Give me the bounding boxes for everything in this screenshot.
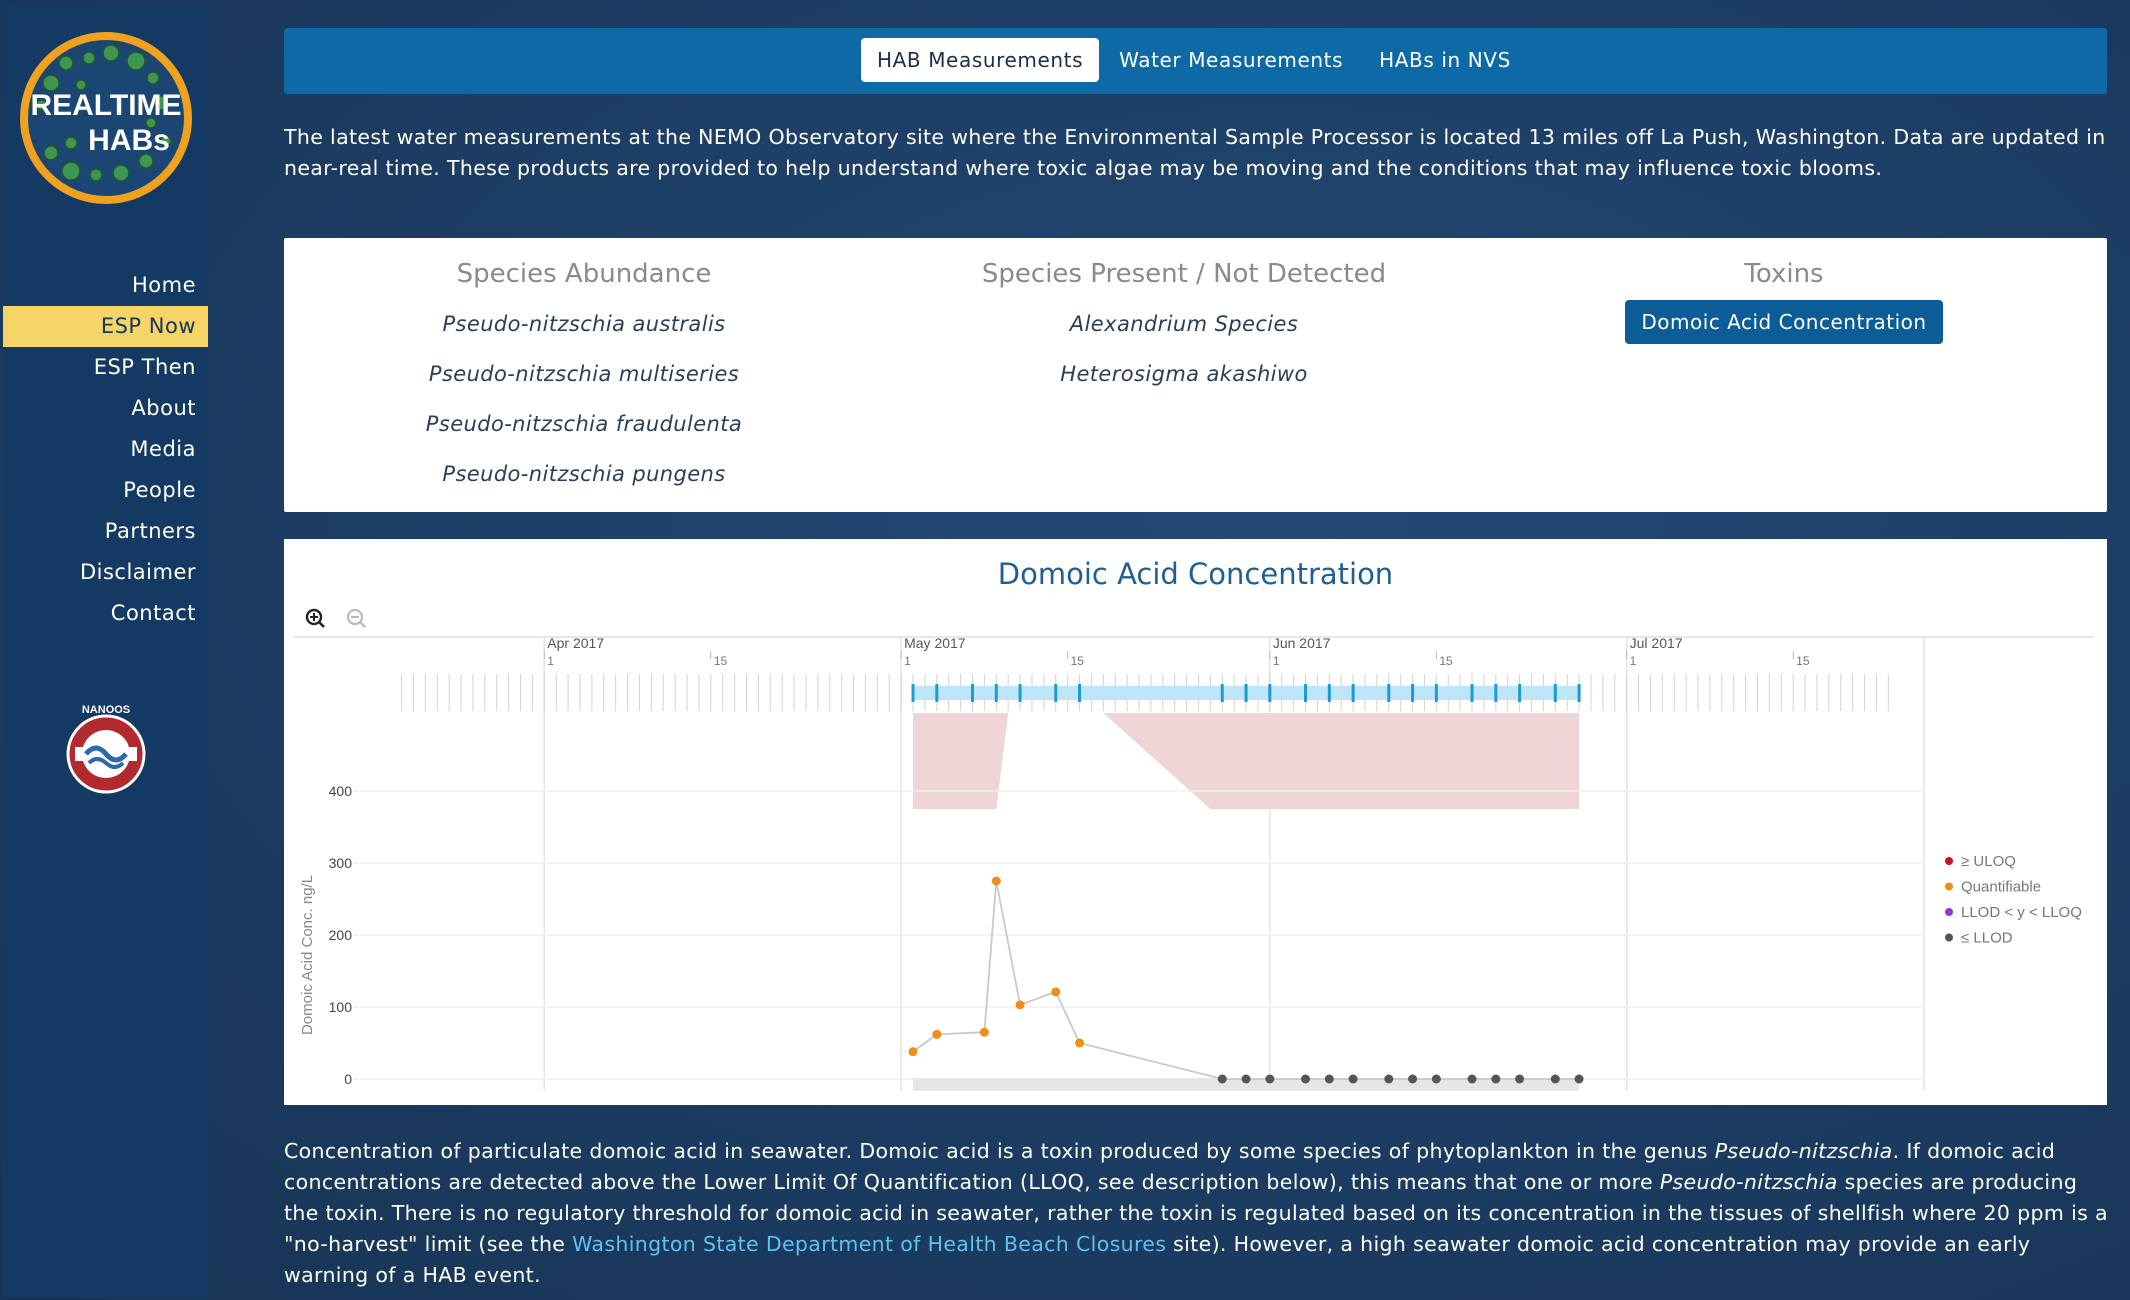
nanoos-logo[interactable]: NANOOS bbox=[61, 699, 151, 795]
day-label: 15 bbox=[1071, 654, 1085, 668]
data-point bbox=[1408, 1074, 1418, 1084]
toxins-heading: Toxins bbox=[1744, 259, 1824, 289]
day-label: 15 bbox=[714, 654, 728, 668]
y-tick-label: 200 bbox=[329, 927, 353, 943]
logo-line2: HABs bbox=[88, 124, 170, 157]
species-link[interactable]: Heterosigma akashiwo bbox=[884, 354, 1484, 394]
data-point bbox=[908, 1047, 918, 1057]
tab-list: HAB Measurements Water Measurements HABs i… bbox=[861, 38, 1531, 82]
legend-label: LLOD < y < LLOQ bbox=[1961, 904, 2082, 921]
tab-habs-in-nvs[interactable]: HABs in NVS bbox=[1363, 38, 1527, 82]
species-abundance-list: Pseudo-nitzschia australis Pseudo-nitzsch… bbox=[284, 304, 884, 494]
sidebar: REALTIME HABs Home ESP Now ESP Then About Me… bbox=[3, 3, 208, 1297]
data-point bbox=[1241, 1074, 1251, 1084]
species-abundance-column: Species Abundance Pseudo-nitzschia austr… bbox=[284, 254, 884, 494]
main-nav: Home ESP Now ESP Then About Media People Partn… bbox=[3, 265, 208, 634]
month-label: Apr 2017 bbox=[547, 635, 604, 651]
nav-item-people[interactable]: People bbox=[3, 470, 208, 511]
y-tick-label: 100 bbox=[329, 999, 353, 1015]
data-point bbox=[1491, 1074, 1501, 1084]
data-point bbox=[1348, 1074, 1358, 1084]
day-label: 1 bbox=[1630, 654, 1637, 668]
legend-marker bbox=[1945, 908, 1953, 916]
data-point bbox=[1075, 1038, 1085, 1048]
series-connector bbox=[912, 880, 1580, 1080]
realtime-habs-logo[interactable]: REALTIME HABs bbox=[11, 23, 201, 213]
month-label: May 2017 bbox=[904, 635, 966, 651]
nav-item-contact[interactable]: Contact bbox=[3, 593, 208, 634]
nav-item-home[interactable]: Home bbox=[3, 265, 208, 306]
nav-item-esp-now[interactable]: ESP Now bbox=[3, 306, 208, 347]
zoom-out-handle bbox=[359, 621, 366, 628]
zoom-out-icon[interactable] bbox=[346, 608, 366, 628]
y-axis-label: Domoic Acid Conc. ng/L bbox=[299, 875, 316, 1035]
data-point bbox=[1051, 987, 1061, 997]
data-point bbox=[1324, 1074, 1334, 1084]
species-link[interactable]: Pseudo-nitzschia pungens bbox=[284, 454, 884, 494]
data-point bbox=[1467, 1074, 1477, 1084]
species-abundance-heading: Species Abundance bbox=[456, 259, 712, 289]
zoom-in-handle bbox=[318, 621, 325, 628]
nav-item-partners[interactable]: Partners bbox=[3, 511, 208, 552]
nav-item-disclaimer[interactable]: Disclaimer bbox=[3, 552, 208, 593]
chart-description: Concentration of particulate domoic acid… bbox=[284, 1136, 2114, 1291]
legend-label: Quantifiable bbox=[1961, 879, 2041, 896]
species-link[interactable]: Pseudo-nitzschia multiseries bbox=[284, 354, 884, 394]
desc-genus2: Pseudo-nitzschia bbox=[1659, 1170, 1838, 1194]
data-point bbox=[1301, 1074, 1311, 1084]
desc-part1: Concentration of particulate domoic acid… bbox=[284, 1139, 1715, 1163]
nav-item-esp-then[interactable]: ESP Then bbox=[3, 347, 208, 388]
day-label: 15 bbox=[1439, 654, 1453, 668]
species-link[interactable]: Alexandrium Species bbox=[884, 304, 1484, 344]
day-label: 1 bbox=[904, 654, 911, 668]
data-point bbox=[979, 1027, 989, 1037]
legend-marker bbox=[1945, 933, 1953, 942]
legend-label: ≥ ULOQ bbox=[1961, 853, 2016, 870]
domoic-acid-button[interactable]: Domoic Acid Concentration bbox=[1625, 300, 1943, 344]
nav-item-media[interactable]: Media bbox=[3, 429, 208, 470]
month-label: Jul 2017 bbox=[1630, 635, 1683, 651]
no-data-band bbox=[913, 713, 1009, 809]
data-point bbox=[1217, 1074, 1227, 1084]
data-point bbox=[1515, 1074, 1525, 1084]
data-point bbox=[1550, 1074, 1560, 1084]
data-point bbox=[932, 1029, 942, 1039]
logo-line1: REALTIME bbox=[30, 89, 181, 122]
species-present-heading: Species Present / Not Detected bbox=[981, 259, 1387, 289]
tab-water-measurements[interactable]: Water Measurements bbox=[1103, 38, 1359, 82]
y-tick-label: 300 bbox=[329, 855, 353, 871]
desc-genus1: Pseudo-nitzschia bbox=[1714, 1139, 1893, 1163]
day-label: 1 bbox=[1273, 654, 1280, 668]
species-panel: Species Abundance Pseudo-nitzschia austr… bbox=[284, 238, 2107, 512]
data-point bbox=[1431, 1074, 1441, 1084]
intro-text: The latest water measurements at the NEM… bbox=[284, 125, 2106, 180]
legend-marker bbox=[1945, 882, 1953, 891]
data-point bbox=[1574, 1074, 1584, 1084]
top-tab-bar: HAB Measurements Water Measurements HABs i… bbox=[284, 28, 2107, 94]
beach-closures-link[interactable]: Washington State Department of Health Be… bbox=[572, 1232, 1166, 1256]
y-tick-label: 0 bbox=[344, 1071, 352, 1087]
species-link[interactable]: Pseudo-nitzschia fraudulenta bbox=[284, 404, 884, 444]
data-point bbox=[1384, 1074, 1394, 1084]
species-present-column: Species Present / Not Detected Alexandri… bbox=[884, 254, 1484, 394]
toxins-column: Toxins Domoic Acid Concentration bbox=[1484, 254, 2084, 344]
legend-label: ≤ LLOD bbox=[1961, 930, 2013, 947]
month-label: Jun 2017 bbox=[1273, 635, 1331, 651]
y-tick-label: 400 bbox=[329, 783, 353, 799]
zoom-in-icon[interactable] bbox=[305, 608, 325, 628]
no-data-band bbox=[1103, 713, 1580, 809]
day-label: 1 bbox=[547, 654, 554, 668]
domoic-acid-chart[interactable]: Apr 2017 May 2017 Jun 2017 Jul 2017 1 15 1 15 1 1… bbox=[284, 539, 2107, 1105]
data-point bbox=[1265, 1074, 1275, 1084]
nav-item-about[interactable]: About bbox=[3, 388, 208, 429]
species-present-list: Alexandrium Species Heterosigma akashiwo bbox=[884, 304, 1484, 394]
data-point bbox=[991, 876, 1001, 886]
chart-panel: Domoic Acid Concentration Apr 2017 May 20… bbox=[284, 539, 2107, 1105]
nanoos-label: NANOOS bbox=[82, 704, 130, 716]
species-link[interactable]: Pseudo-nitzschia australis bbox=[284, 304, 884, 344]
day-label: 15 bbox=[1796, 654, 1810, 668]
legend-marker bbox=[1945, 857, 1953, 865]
data-point bbox=[1015, 1000, 1025, 1010]
tab-hab-measurements[interactable]: HAB Measurements bbox=[861, 38, 1100, 82]
